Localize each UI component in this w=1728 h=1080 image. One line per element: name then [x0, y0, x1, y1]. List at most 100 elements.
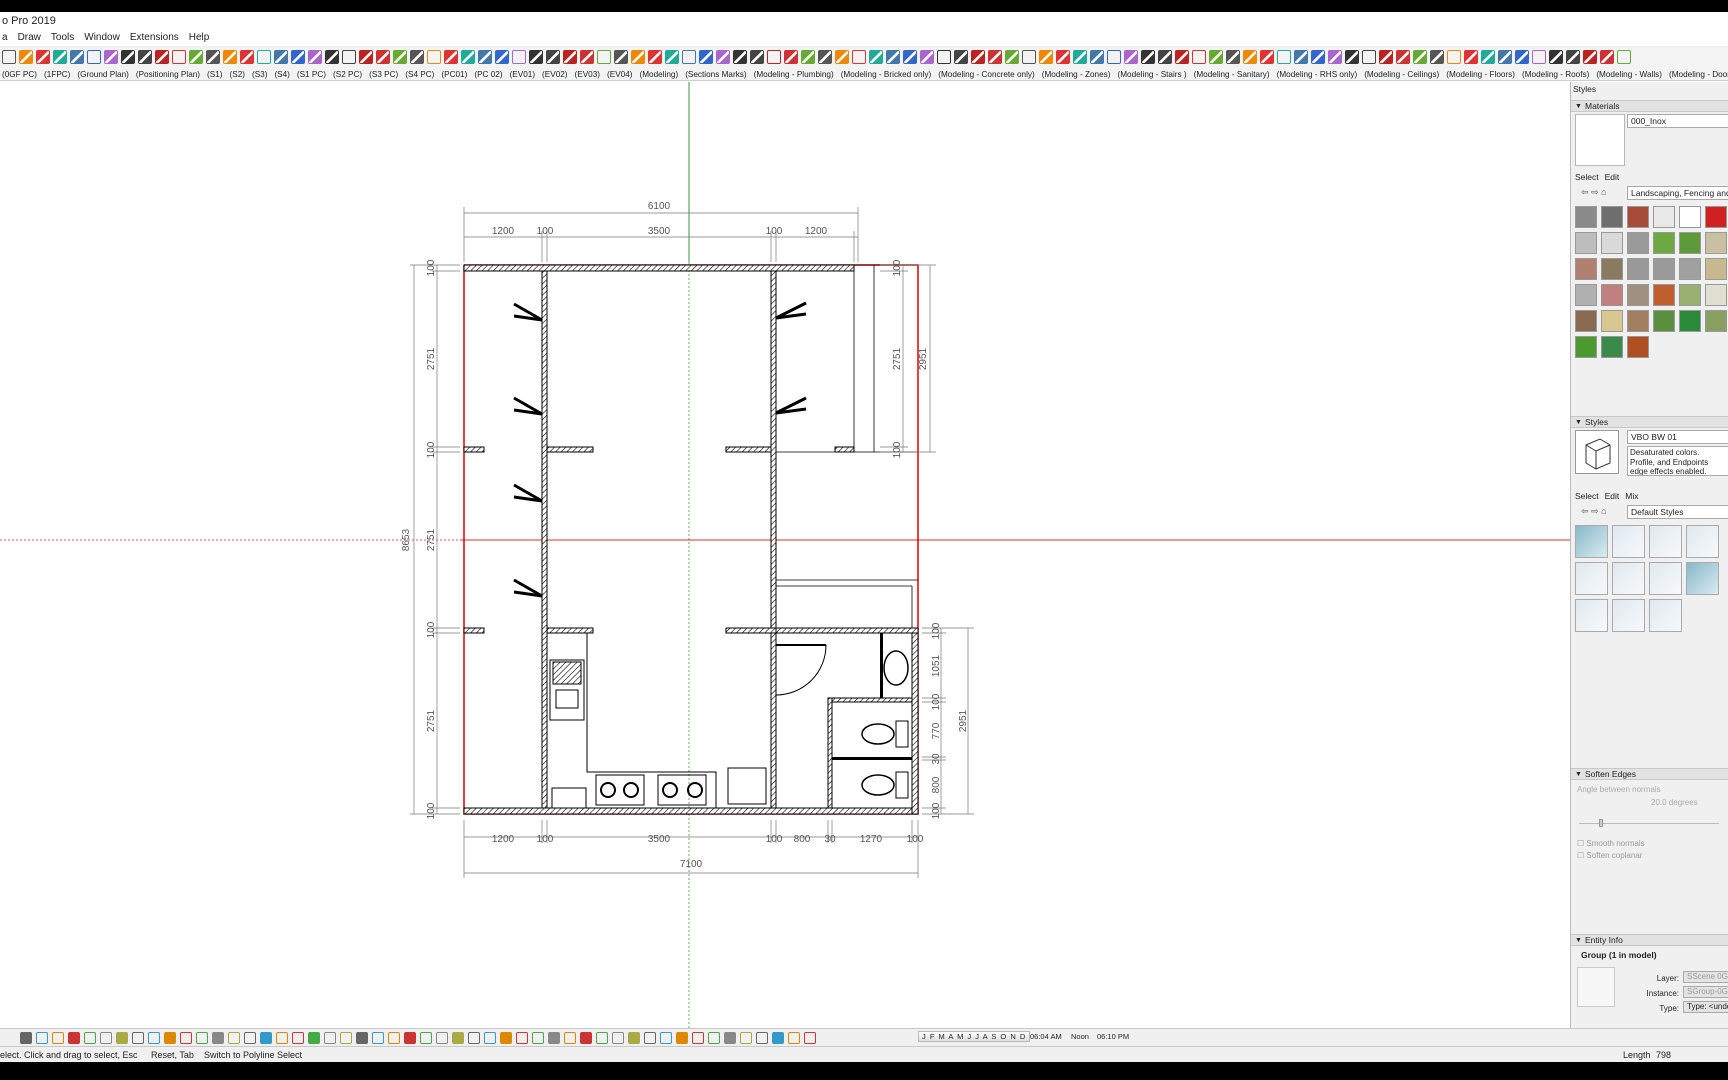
bottom-tool-icon[interactable] — [660, 1031, 672, 1044]
toolbar-tool-icon[interactable] — [1311, 50, 1325, 64]
scene-tab[interactable]: (1FPC) — [44, 68, 70, 80]
toolbar-tool-icon[interactable] — [1090, 50, 1104, 64]
toolbar-tool-icon[interactable] — [1209, 50, 1223, 64]
toolbar-tool-icon[interactable] — [121, 50, 135, 64]
bottom-tool-icon[interactable] — [372, 1031, 384, 1044]
bottom-tool-icon[interactable] — [756, 1031, 768, 1044]
entity-color-swatch[interactable] — [1577, 967, 1615, 1007]
scene-tab[interactable]: (PC01) — [441, 68, 467, 80]
menu-extensions[interactable]: Extensions — [130, 30, 179, 46]
material-swatch[interactable] — [1653, 206, 1675, 228]
toolbar-tool-icon[interactable] — [1447, 50, 1461, 64]
bottom-tool-icon[interactable] — [548, 1031, 560, 1044]
material-swatch[interactable] — [1679, 258, 1701, 280]
toolbar-tool-icon[interactable] — [189, 50, 203, 64]
bottom-tool-icon[interactable] — [484, 1031, 496, 1044]
bottom-tool-icon[interactable] — [612, 1031, 624, 1044]
bottom-tool-icon[interactable] — [260, 1031, 272, 1044]
style-thumbnail-item[interactable] — [1649, 562, 1682, 595]
material-swatch[interactable] — [1627, 258, 1649, 280]
toolbar-tool-icon[interactable] — [988, 50, 1002, 64]
toolbar-tool-icon[interactable] — [818, 50, 832, 64]
menu-draw[interactable]: Draw — [18, 30, 41, 46]
scene-tab[interactable]: (S1 PC) — [297, 68, 326, 80]
toolbar-tool-icon[interactable] — [648, 50, 662, 64]
bottom-tool-icon[interactable] — [84, 1031, 96, 1044]
toolbar-tool-icon[interactable] — [1022, 50, 1036, 64]
bottom-tool-icon[interactable] — [340, 1031, 352, 1044]
bottom-tool-icon[interactable] — [564, 1031, 576, 1044]
bottom-tool-icon[interactable] — [212, 1031, 224, 1044]
scene-tab[interactable]: (Modeling - Plumbing) — [754, 68, 834, 80]
toolbar-tool-icon[interactable] — [767, 50, 781, 64]
material-swatch[interactable] — [1627, 206, 1649, 228]
menu-help[interactable]: Help — [189, 30, 210, 46]
scene-tab[interactable]: (Modeling - Zones) — [1042, 68, 1111, 80]
scene-tab[interactable]: (Modeling - Bricked only) — [841, 68, 932, 80]
style-thumbnail-item[interactable] — [1575, 525, 1608, 558]
material-swatch[interactable] — [1653, 284, 1675, 306]
material-swatch[interactable] — [1679, 310, 1701, 332]
bottom-tool-icon[interactable] — [228, 1031, 240, 1044]
toolbar-tool-icon[interactable] — [1226, 50, 1240, 64]
toolbar-tool-icon[interactable] — [580, 50, 594, 64]
toolbar-tool-icon[interactable] — [359, 50, 373, 64]
tab-materials-edit[interactable]: Edit — [1605, 172, 1620, 182]
style-thumbnail-item[interactable] — [1649, 599, 1682, 632]
toolbar-tool-icon[interactable] — [1328, 50, 1342, 64]
scene-tab[interactable]: (S2 PC) — [333, 68, 362, 80]
toolbar-tool-icon[interactable] — [1430, 50, 1444, 64]
toolbar-tool-icon[interactable] — [716, 50, 730, 64]
bottom-tool-icon[interactable] — [388, 1031, 400, 1044]
bottom-tool-icon[interactable] — [676, 1031, 688, 1044]
materials-header[interactable]: Materials — [1571, 100, 1728, 112]
scene-tab[interactable]: (PC 02) — [474, 68, 502, 80]
material-swatch[interactable] — [1627, 310, 1649, 332]
toolbar-tool-icon[interactable] — [937, 50, 951, 64]
bottom-tool-icon[interactable] — [644, 1031, 656, 1044]
toolbar-tool-icon[interactable] — [801, 50, 815, 64]
bottom-tool-icon[interactable] — [420, 1031, 432, 1044]
toolbar-tool-icon[interactable] — [1277, 50, 1291, 64]
scene-tab[interactable]: (Modeling - Stairs ) — [1117, 68, 1186, 80]
toolbar-tool-icon[interactable] — [546, 50, 560, 64]
bottom-tool-icon[interactable] — [628, 1031, 640, 1044]
toolbar-tool-icon[interactable] — [954, 50, 968, 64]
soften-edges-header[interactable]: Soften Edges — [1571, 768, 1728, 780]
bottom-tool-icon[interactable] — [276, 1031, 288, 1044]
scene-tab[interactable]: (Modeling - Concrete only) — [938, 68, 1034, 80]
bottom-tool-icon[interactable] — [580, 1031, 592, 1044]
bottom-tool-icon[interactable] — [692, 1031, 704, 1044]
materials-collection-select[interactable]: Landscaping, Fencing and — [1627, 186, 1728, 200]
material-swatch[interactable] — [1627, 284, 1649, 306]
style-description[interactable]: Desaturated colors. Profile, and Endpoin… — [1627, 446, 1728, 476]
scene-tab[interactable]: (EV03) — [575, 68, 600, 80]
scene-tab[interactable]: (Modeling - RHS only) — [1277, 68, 1358, 80]
smooth-normals-checkbox[interactable]: ☐ Smooth normals — [1577, 839, 1645, 848]
toolbar-tool-icon[interactable] — [376, 50, 390, 64]
toolbar-tool-icon[interactable] — [223, 50, 237, 64]
scene-tab[interactable]: (S1) — [207, 68, 222, 80]
toolbar-tool-icon[interactable] — [614, 50, 628, 64]
toolbar-tool-icon[interactable] — [1005, 50, 1019, 64]
material-swatch[interactable] — [1575, 232, 1597, 254]
style-name-input[interactable]: VBO BW 01 — [1627, 430, 1728, 444]
tab-styles-mix[interactable]: Mix — [1625, 491, 1638, 501]
material-swatch[interactable] — [1575, 284, 1597, 306]
toolbar-tool-icon[interactable] — [920, 50, 934, 64]
toolbar-tool-icon[interactable] — [512, 50, 526, 64]
material-swatch[interactable] — [1653, 310, 1675, 332]
material-swatch[interactable] — [1575, 336, 1597, 358]
material-swatch[interactable] — [1601, 310, 1623, 332]
toolbar-tool-icon[interactable] — [1362, 50, 1376, 64]
shadow-month-bar[interactable]: J F M A M J J A S O N D — [918, 1031, 1031, 1042]
toolbar-tool-icon[interactable] — [1379, 50, 1393, 64]
scene-tab[interactable]: (S2) — [230, 68, 245, 80]
floor-plan-canvas[interactable]: 6100 1200 100 3500 100 1200 1200 100 350… — [0, 82, 1570, 1028]
styles-header[interactable]: Styles — [1571, 416, 1728, 428]
material-swatch[interactable] — [1601, 206, 1623, 228]
toolbar-tool-icon[interactable] — [1243, 50, 1257, 64]
style-thumbnail-item[interactable] — [1649, 525, 1682, 558]
bottom-tool-icon[interactable] — [404, 1031, 416, 1044]
toolbar-tool-icon[interactable] — [1192, 50, 1206, 64]
